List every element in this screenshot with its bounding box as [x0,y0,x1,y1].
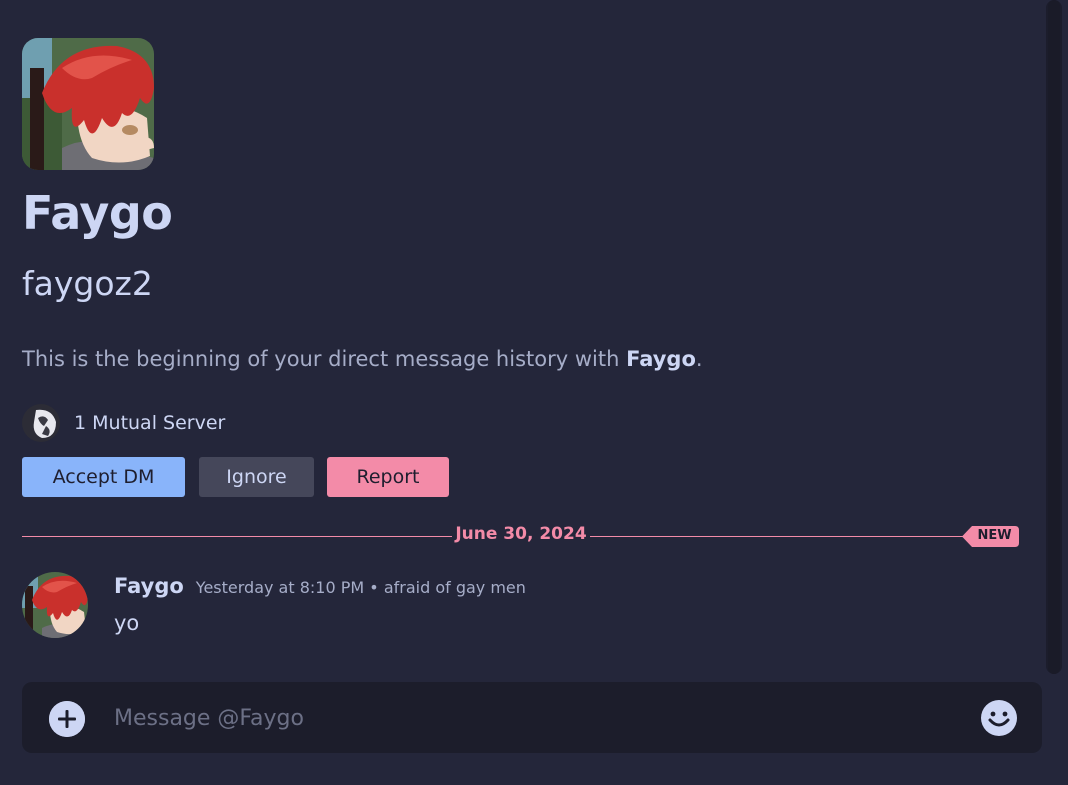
message-timestamp[interactable]: Yesterday at 8:10 PM [196,578,364,597]
accept-dm-button[interactable]: Accept DM [22,457,185,497]
new-messages-badge: NEW [962,526,1019,547]
server-icon [22,404,60,442]
ignore-button[interactable]: Ignore [199,457,314,497]
divider-line [590,536,970,537]
message-header: Faygo Yesterday at 8:10 PM • afraid of g… [114,574,526,598]
profile-username: faygoz2 [22,264,153,303]
emoji-button[interactable] [980,699,1018,737]
author-custom-status: afraid of gay men [383,578,526,597]
divider-line [22,536,452,537]
meta-separator: • [369,578,379,597]
intro-suffix: . [695,347,703,371]
report-button[interactable]: Report [327,457,449,497]
smiley-icon [981,700,1017,736]
intro-name[interactable]: Faygo [626,347,696,371]
message-meta: Yesterday at 8:10 PM • afraid of gay men [196,578,526,597]
divider-date: June 30, 2024 [455,524,587,544]
message-author-avatar[interactable] [22,572,88,638]
profile-avatar [22,38,154,170]
new-badge-label: NEW [977,528,1012,543]
message-input[interactable] [114,700,934,736]
plus-icon [49,701,85,737]
profile-display-name: Faygo [22,186,173,240]
message-author-name[interactable]: Faygo [114,574,184,598]
message-composer [22,682,1042,753]
add-attachment-button[interactable] [49,701,85,737]
mutual-servers[interactable]: 1 Mutual Server [22,404,225,442]
scrollbar-thumb[interactable] [1048,0,1060,674]
message-content: yo [114,611,140,635]
mutual-servers-label: 1 Mutual Server [74,412,226,434]
dm-history-intro: This is the beginning of your direct mes… [22,347,703,371]
intro-prefix: This is the beginning of your direct mes… [22,347,627,371]
